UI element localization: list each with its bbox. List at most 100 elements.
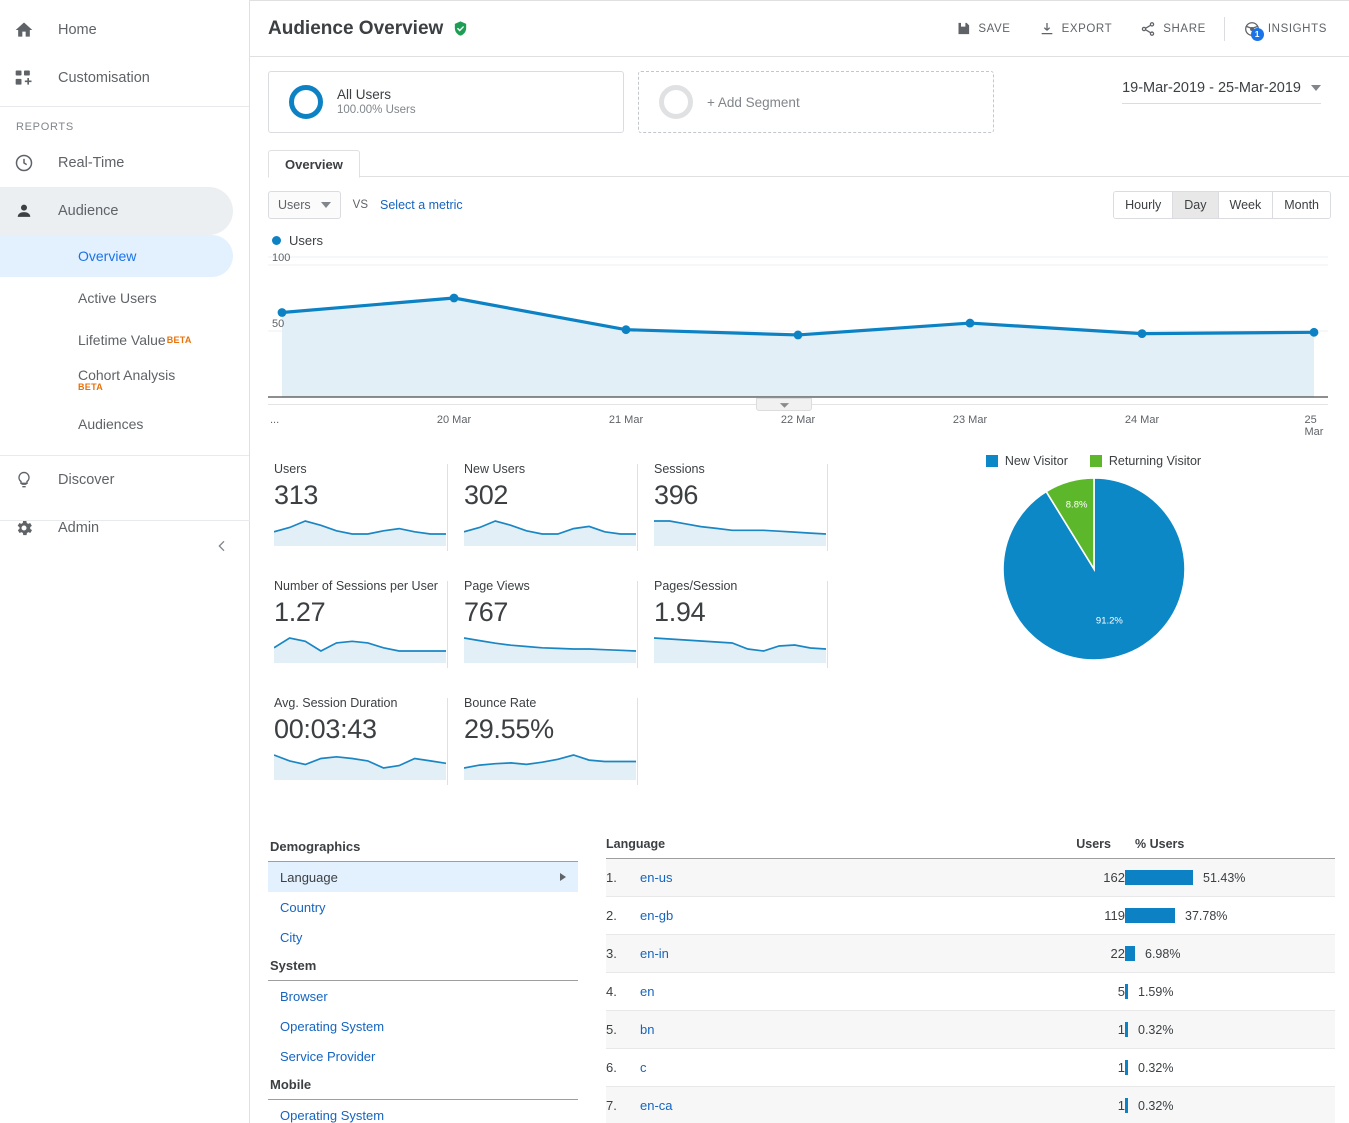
- chart-collapse-handle[interactable]: [756, 398, 812, 411]
- users-line-chart[interactable]: 50 100: [268, 252, 1328, 412]
- segment-all-users[interactable]: All Users 100.00% Users: [268, 71, 624, 133]
- sidebar-item-active-users[interactable]: Active Users: [0, 277, 249, 319]
- kpi-sessions[interactable]: Sessions 396: [648, 448, 838, 565]
- insights-button[interactable]: 1 INSIGHTS: [1229, 9, 1341, 49]
- table-row[interactable]: 2. en-gb 119 37.78%: [606, 896, 1335, 935]
- row-rank: 7.: [606, 1086, 640, 1123]
- language-link[interactable]: c: [640, 1060, 647, 1075]
- vs-label: VS: [352, 199, 368, 211]
- table-row[interactable]: 3. en-in 22 6.98%: [606, 934, 1335, 973]
- demo-item-language[interactable]: Language: [268, 862, 578, 892]
- sidebar-item-discover[interactable]: Discover: [0, 456, 249, 504]
- granularity-label: Hourly: [1125, 198, 1162, 212]
- sidebar-item-audience[interactable]: Audience: [0, 187, 233, 235]
- col-users[interactable]: Users: [1035, 833, 1125, 859]
- kpi-label: Pages/Session: [654, 579, 738, 593]
- export-button[interactable]: EXPORT: [1025, 9, 1127, 49]
- kpi-page-views[interactable]: Page Views 767: [458, 565, 648, 682]
- visitor-type-pie-chart[interactable]: 91.2% 8.8%: [999, 474, 1189, 664]
- demo-item-country[interactable]: Country: [268, 892, 578, 922]
- language-link[interactable]: bn: [640, 1022, 654, 1037]
- sidebar-item-overview[interactable]: Overview: [0, 235, 233, 277]
- sidebar-item-cohort-analysis[interactable]: Cohort Analysis BETA: [0, 361, 249, 403]
- chart-legend: Users: [250, 219, 1349, 248]
- legend-label: New Visitor: [1004, 454, 1068, 468]
- add-segment-label: + Add Segment: [707, 94, 800, 110]
- row-users: 162: [1035, 858, 1125, 897]
- granularity-label: Day: [1184, 198, 1207, 212]
- svg-text:91.2%: 91.2%: [1095, 615, 1122, 626]
- date-range-value-wrap[interactable]: 19-Mar-2019 - 25-Mar-2019: [1122, 80, 1321, 104]
- home-icon: [14, 20, 46, 40]
- kpi-row: Number of Sessions per User 1.27 Page Vi…: [268, 565, 838, 682]
- pct-value: 6.98%: [1145, 946, 1181, 961]
- pct-bar: [1125, 984, 1128, 999]
- primary-metric-select[interactable]: Users: [268, 191, 341, 219]
- date-range-picker[interactable]: 19-Mar-2019 - 25-Mar-2019: [1122, 71, 1333, 104]
- language-link[interactable]: en-gb: [640, 908, 673, 923]
- table-row[interactable]: 1. en-us 162 51.43%: [606, 858, 1335, 897]
- language-link[interactable]: en-us: [640, 870, 673, 885]
- kpi-row: Avg. Session Duration 00:03:43 Bounce Ra…: [268, 682, 838, 799]
- kpi-label: Sessions: [654, 462, 705, 476]
- kpi-new-users[interactable]: New Users 302: [458, 448, 648, 565]
- svg-text:8.8%: 8.8%: [1065, 500, 1087, 511]
- row-pct: 51.43%: [1125, 858, 1335, 897]
- sidebar-item-audiences[interactable]: Audiences: [0, 403, 249, 445]
- analytics-app: Home Customisation REPORTS Real-Time Aud…: [0, 0, 1349, 1123]
- language-panel: Language Users % Users 1. en-us 162 51.43% 2…: [606, 833, 1349, 1123]
- granularity-hourly[interactable]: Hourly: [1114, 192, 1174, 218]
- pie-legend-returning-visitor[interactable]: Returning Visitor: [1089, 454, 1201, 468]
- kpi-bounce-rate[interactable]: Bounce Rate 29.55%: [458, 682, 648, 799]
- demo-item-browser[interactable]: Browser: [268, 981, 578, 1011]
- sidebar-collapse-button[interactable]: [0, 528, 250, 568]
- sidebar-item-label: Real-Time: [58, 155, 125, 171]
- sidebar-subitem-label: Audiences: [78, 416, 144, 432]
- pie-legend-new-visitor[interactable]: New Visitor: [985, 454, 1068, 468]
- language-link[interactable]: en-ca: [640, 1098, 673, 1113]
- granularity-week[interactable]: Week: [1218, 192, 1274, 218]
- segment-ring-icon: [289, 85, 323, 119]
- sidebar-item-home[interactable]: Home: [0, 6, 249, 54]
- save-button[interactable]: SAVE: [942, 9, 1024, 49]
- col-language[interactable]: Language: [606, 833, 1035, 859]
- kpi-value: 1.94: [654, 597, 706, 627]
- beta-badge: BETA: [166, 335, 192, 345]
- demo-item-operating-system[interactable]: Operating System: [268, 1100, 578, 1123]
- pct-value: 1.59%: [1138, 984, 1174, 999]
- demo-item-city[interactable]: City: [268, 922, 578, 952]
- demo-item-operating-system[interactable]: Operating System: [268, 1011, 578, 1041]
- kpi-label: Number of Sessions per User: [274, 579, 438, 593]
- beta-badge: BETA: [78, 382, 104, 392]
- sidebar-item-real-time[interactable]: Real-Time: [0, 139, 249, 187]
- tab-overview[interactable]: Overview: [268, 150, 360, 178]
- person-icon: [14, 201, 46, 221]
- demo-item-service-provider[interactable]: Service Provider: [268, 1041, 578, 1071]
- add-segment-button[interactable]: + Add Segment: [638, 71, 994, 133]
- sidebar-item-customisation[interactable]: Customisation: [0, 54, 249, 102]
- kpi-sessions-per-user[interactable]: Number of Sessions per User 1.27: [268, 565, 458, 682]
- row-language: en: [640, 972, 1035, 1011]
- table-row[interactable]: 7. en-ca 1 0.32%: [606, 1086, 1335, 1123]
- action-label: EXPORT: [1061, 22, 1113, 35]
- language-link[interactable]: en-in: [640, 946, 669, 961]
- table-row[interactable]: 6. c 1 0.32%: [606, 1048, 1335, 1087]
- kpi-avg-session-duration[interactable]: Avg. Session Duration 00:03:43: [268, 682, 458, 799]
- col-pct-users[interactable]: % Users: [1125, 833, 1335, 859]
- language-table: Language Users % Users 1. en-us 162 51.43% 2…: [606, 833, 1335, 1123]
- granularity-month[interactable]: Month: [1273, 192, 1330, 218]
- kpi-pages-per-session[interactable]: Pages/Session 1.94: [648, 565, 838, 682]
- insights-icon: 1: [1243, 20, 1264, 41]
- demo-group-title: Mobile: [268, 1071, 578, 1100]
- kpi-users[interactable]: Users 313: [268, 448, 458, 565]
- date-range-value: 19-Mar-2019 - 25-Mar-2019: [1122, 80, 1301, 96]
- table-row[interactable]: 5. bn 1 0.32%: [606, 1010, 1335, 1049]
- share-button[interactable]: SHARE: [1126, 9, 1220, 49]
- sidebar-item-lifetime-value[interactable]: Lifetime Value BETA: [0, 319, 249, 361]
- header-actions: SAVE EXPORT SHARE 1 INSIGHTS: [942, 9, 1341, 49]
- table-row[interactable]: 4. en 5 1.59%: [606, 972, 1335, 1011]
- language-link[interactable]: en: [640, 984, 654, 999]
- sidebar-subitem-label: Active Users: [78, 290, 157, 306]
- legend-swatch-icon: [1089, 455, 1102, 467]
- granularity-day[interactable]: Day: [1173, 192, 1219, 218]
